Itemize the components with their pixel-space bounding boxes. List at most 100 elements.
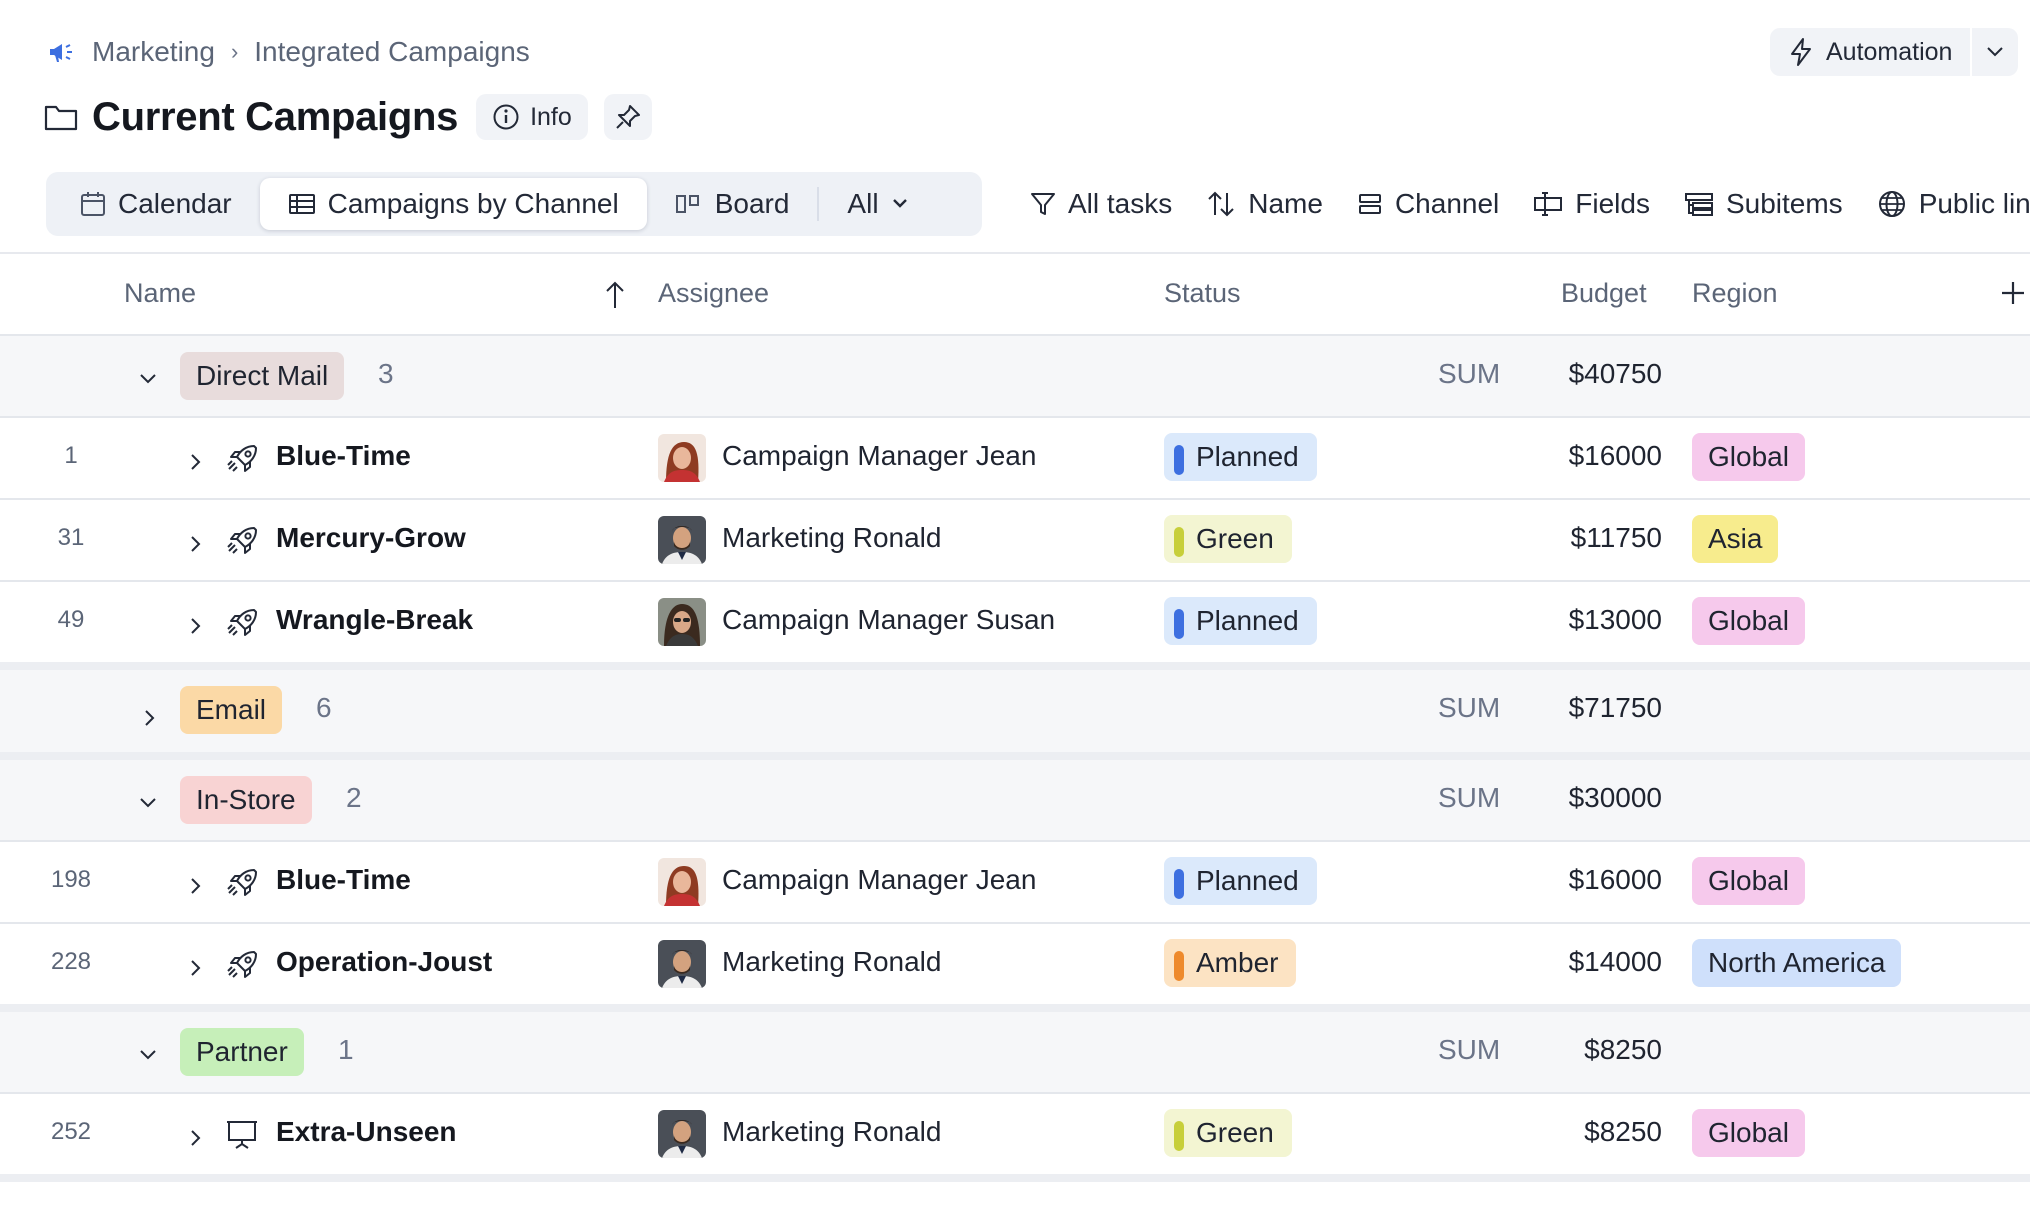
group-button[interactable]: Channel — [1357, 188, 1499, 220]
rocket-icon — [226, 948, 260, 989]
sort-icon — [1208, 191, 1234, 217]
chevron-right-icon[interactable] — [186, 1124, 208, 1156]
automation-dropdown-button[interactable] — [1972, 28, 2018, 76]
assignee-name[interactable]: Campaign Manager Jean — [722, 440, 1036, 472]
group-label: Channel — [1394, 188, 1500, 219]
assignee-name[interactable]: Campaign Manager Susan — [722, 604, 1055, 636]
pin-button[interactable] — [603, 94, 652, 140]
sort-button[interactable]: Name — [1206, 188, 1323, 220]
avatar — [658, 858, 706, 906]
group-sum-value: $30000 — [1568, 782, 1662, 813]
table-row[interactable]: 1 Blue-Time Campaign Manager Jean Planned $1… — [0, 418, 2030, 500]
table-row[interactable]: 228 Operation-Joust Marketing Ronald Amber $… — [0, 924, 2030, 1012]
public-link-button[interactable]: Public lin — [1877, 188, 2030, 220]
chevron-right-icon[interactable] — [186, 612, 208, 644]
automation-button[interactable]: Automation — [1770, 28, 1973, 76]
assignee-name[interactable]: Marketing Ronald — [722, 946, 941, 978]
status-badge[interactable]: Green — [1164, 1109, 1292, 1157]
chevron-right-icon[interactable] — [186, 954, 208, 986]
region-badge[interactable]: North America — [1692, 939, 1902, 987]
info-button[interactable]: Info — [476, 94, 588, 140]
group-label-chip[interactable]: In-Store — [180, 776, 312, 824]
group-label-chip[interactable]: Email — [180, 686, 283, 734]
info-label: Info — [530, 102, 572, 131]
task-name[interactable]: Extra-Unseen — [276, 1116, 457, 1148]
column-header-name[interactable]: Name — [124, 278, 196, 309]
group-label-chip[interactable]: Partner — [180, 1028, 304, 1076]
status-indicator — [1174, 609, 1184, 639]
tab-calendar[interactable]: Calendar — [52, 178, 260, 230]
row-number: 198 — [50, 866, 92, 893]
rocket-icon — [226, 524, 260, 565]
status-badge[interactable]: Green — [1164, 515, 1292, 563]
assignee-name[interactable]: Marketing Ronald — [722, 522, 941, 554]
task-name[interactable]: Blue-Time — [276, 864, 411, 896]
group-sum-label: SUM — [1438, 1034, 1501, 1065]
status-indicator — [1174, 951, 1184, 981]
budget-value: $14000 — [1568, 946, 1662, 977]
chevron-right-icon[interactable] — [186, 872, 208, 904]
breadcrumb-parent[interactable]: Marketing — [92, 36, 215, 68]
chevron-down-icon[interactable] — [137, 1042, 159, 1074]
task-name[interactable]: Mercury-Grow — [276, 522, 466, 554]
chevron-right-icon[interactable] — [186, 530, 208, 562]
tab-all-dropdown[interactable]: All — [819, 178, 936, 230]
chevron-right-icon[interactable] — [186, 448, 208, 480]
status-badge[interactable]: Planned — [1164, 433, 1317, 481]
filter-button[interactable]: All tasks — [1030, 188, 1172, 220]
group-sum-label: SUM — [1438, 358, 1501, 389]
column-header-region[interactable]: Region — [1692, 278, 1778, 309]
group-count: 1 — [338, 1034, 354, 1065]
group-count: 2 — [346, 782, 362, 813]
fields-button[interactable]: Fields — [1533, 188, 1650, 220]
table-row[interactable]: 49 Wrangle-Break Campaign Manager Susan Pla… — [0, 582, 2030, 670]
add-column-icon[interactable] — [2000, 280, 2026, 306]
rocket-icon — [226, 442, 260, 483]
region-badge[interactable]: Global — [1692, 597, 1805, 645]
table-body: Direct Mail 3 SUM $40750 1 Blue-Time Campaign … — [0, 336, 2030, 1182]
row-number: 1 — [64, 442, 78, 469]
region-badge[interactable]: Global — [1692, 433, 1805, 481]
chevron-right-icon[interactable] — [140, 704, 162, 736]
tab-board-label: Board — [714, 188, 790, 219]
subitems-icon — [1684, 193, 1713, 216]
breadcrumb: Marketing › Integrated Campaigns — [46, 34, 530, 70]
status-label: Planned — [1196, 605, 1299, 636]
status-badge[interactable]: Planned — [1164, 597, 1317, 645]
group-label-chip[interactable]: Direct Mail — [180, 352, 345, 400]
group-icon — [1358, 194, 1381, 214]
task-name[interactable]: Wrangle-Break — [276, 604, 473, 636]
board-icon — [675, 195, 699, 213]
status-badge[interactable]: Planned — [1164, 857, 1317, 905]
budget-value: $11750 — [1570, 522, 1662, 553]
chevron-down-icon[interactable] — [137, 790, 159, 822]
pin-icon — [616, 105, 640, 129]
region-badge[interactable]: Asia — [1692, 515, 1779, 563]
sort-ascending-icon[interactable] — [604, 280, 626, 310]
breadcrumb-current[interactable]: Integrated Campaigns — [254, 36, 530, 68]
tab-board[interactable]: Board — [647, 178, 818, 230]
tab-campaigns-by-channel[interactable]: Campaigns by Channel — [259, 178, 647, 230]
assignee-name[interactable]: Campaign Manager Jean — [722, 864, 1036, 896]
megaphone-icon — [50, 44, 72, 62]
task-name[interactable]: Blue-Time — [276, 440, 411, 472]
chevron-down-icon[interactable] — [137, 366, 159, 398]
region-badge[interactable]: Global — [1692, 1109, 1805, 1157]
lightning-icon — [1791, 38, 1811, 66]
status-badge[interactable]: Amber — [1164, 939, 1297, 987]
column-header-status[interactable]: Status — [1164, 278, 1241, 309]
column-header-assignee[interactable]: Assignee — [658, 278, 769, 309]
rocket-icon — [226, 866, 260, 907]
table-row[interactable]: 252 Extra-Unseen Marketing Ronald Green $825… — [0, 1094, 2030, 1182]
region-badge[interactable]: Global — [1692, 857, 1805, 905]
table-row[interactable]: 198 Blue-Time Campaign Manager Jean Planned… — [0, 842, 2030, 924]
assignee-name[interactable]: Marketing Ronald — [722, 1116, 941, 1148]
row-number: 49 — [57, 606, 85, 633]
budget-value: $16000 — [1568, 440, 1662, 471]
task-name[interactable]: Operation-Joust — [276, 946, 492, 978]
subitems-button[interactable]: Subitems — [1684, 188, 1843, 220]
tab-calendar-label: Calendar — [118, 188, 232, 219]
rocket-icon — [226, 606, 260, 647]
table-row[interactable]: 31 Mercury-Grow Marketing Ronald Green $1175… — [0, 500, 2030, 582]
column-header-budget[interactable]: Budget — [1561, 278, 1647, 309]
